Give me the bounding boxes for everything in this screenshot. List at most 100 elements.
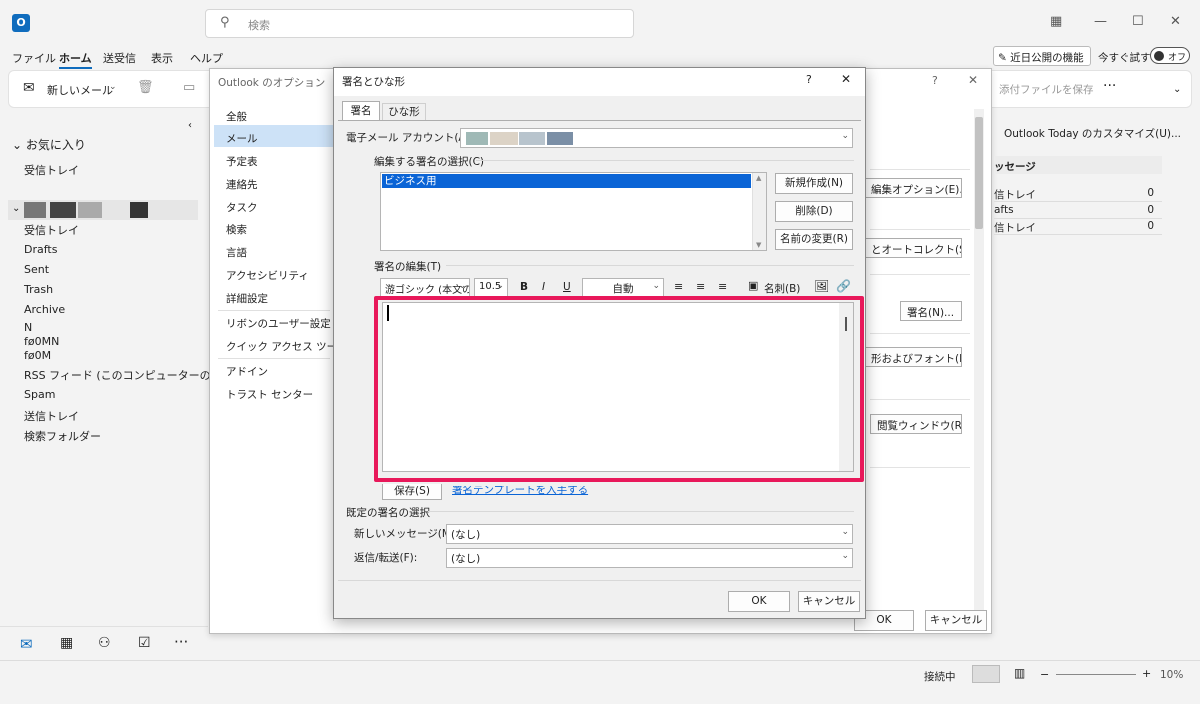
options-help-button[interactable]: ? [932,74,938,87]
calendar-icon[interactable]: ▦ [60,635,73,651]
italic-button[interactable]: I [542,281,545,293]
align-left-icon[interactable]: ≡ [674,280,683,293]
color-combo[interactable]: 自動 ⌄ [582,278,664,297]
reading-pane-button[interactable]: 閲覧ウィンドウ(R)... [870,414,962,434]
hyperlink-icon[interactable]: 🔗 [836,279,851,293]
today-row[interactable]: afts 0 [994,203,1162,219]
menu-view[interactable]: 表示 [151,50,173,66]
more-icon[interactable]: ··· [1103,78,1116,94]
folder-outbox[interactable]: 送信トレイ [24,408,79,424]
save-attachment-button[interactable]: 添付ファイルを保存 [999,82,1094,97]
stationery-fonts-button[interactable]: 形およびフォント(F)... [864,347,962,367]
zoom-slider[interactable] [1056,674,1136,675]
opt-addins[interactable]: アドイン [226,364,268,379]
mail-icon[interactable]: ✉ [20,635,33,653]
opt-language[interactable]: 言語 [226,245,247,260]
normal-view-icon[interactable] [972,665,1000,683]
dialog-close-button[interactable]: ✕ [841,72,851,86]
favorites-inbox[interactable]: 受信トレイ [24,162,79,178]
tasks-icon[interactable]: ☑ [138,635,151,651]
folder-f0m[interactable]: fø0M [24,349,51,362]
menu-help[interactable]: ヘルプ [190,50,223,66]
options-close-button[interactable]: ✕ [968,73,978,87]
folder-f0mn[interactable]: fø0MN [24,335,59,348]
menu-file[interactable]: ファイル [12,50,56,66]
size-combo[interactable]: 10.5 ⌄ [474,278,508,297]
folder-inbox[interactable]: 受信トレイ [24,222,79,238]
folder-n[interactable]: N [24,321,32,334]
folder-trash[interactable]: Trash [24,283,53,296]
underline-button[interactable]: U [563,281,571,293]
signature-list[interactable]: ビジネス用 ▲ ▼ [380,172,767,251]
collapse-pane-icon[interactable]: ‹ [188,120,192,131]
bold-button[interactable]: B [520,281,528,293]
minimize-button[interactable]: — [1094,14,1107,29]
opt-trust-center[interactable]: トラスト センター [226,387,313,402]
align-right-icon[interactable]: ≡ [718,280,727,293]
opt-advanced[interactable]: 詳細設定 [226,291,268,306]
signature-list-item[interactable]: ビジネス用 [382,174,751,188]
editor-options-button[interactable]: 編集オプション(E)... [864,178,962,198]
opt-calendar[interactable]: 予定表 [226,154,258,169]
search-box[interactable]: ⚲ 検索 [205,9,634,38]
opt-qat[interactable]: クイック アクセス ツール バー [226,339,334,354]
font-combo[interactable]: 游ゴシック (本文の ⌄ [380,278,470,297]
dialog-cancel-button[interactable]: キャンセル [798,591,860,612]
favorites-header[interactable]: ⌄ お気に入り [12,136,86,153]
align-center-icon[interactable]: ≡ [696,280,705,293]
menu-home[interactable]: ホーム [59,50,92,69]
account-combo[interactable]: ⌄ [460,128,853,148]
customize-today-link[interactable]: Outlook Today のカスタマイズ(U)... [1004,126,1181,141]
delete-icon[interactable]: 🗑 [137,80,154,95]
business-card-button[interactable]: 名刺(B) [764,281,800,296]
reply-forward-combo[interactable]: (なし) ⌄ [446,548,853,568]
opt-people[interactable]: 連絡先 [226,177,258,192]
today-row[interactable]: 信トレイ 0 [994,219,1162,235]
zoom-in-button[interactable]: + [1142,667,1151,680]
new-mail-button[interactable]: 新しいメール [47,82,113,98]
save-signature-button[interactable]: 保存(S) [382,484,442,500]
folder-drafts[interactable]: Drafts [24,243,57,256]
people-icon[interactable]: ⚇ [98,635,111,651]
list-scrollbar[interactable]: ▲ ▼ [752,173,766,250]
zoom-out-button[interactable]: − [1040,668,1049,681]
tab-signature[interactable]: 署名 [342,101,380,121]
today-row[interactable]: 信トレイ 0 [994,186,1162,202]
new-features-button[interactable]: ✎ 近日公開の機能 [993,46,1091,66]
opt-search[interactable]: 検索 [226,222,247,237]
delete-signature-button[interactable]: 削除(D) [775,201,853,222]
dialog-ok-button[interactable]: OK [728,591,790,612]
folder-archive[interactable]: Archive [24,303,65,316]
spelling-autocorrect-button[interactable]: とオートコレクト(S)... [864,238,962,258]
tab-stationery[interactable]: ひな形 [382,103,426,121]
try-now-toggle[interactable]: オフ [1150,47,1190,64]
reading-view-icon[interactable]: ▥ [1014,666,1025,680]
new-messages-combo[interactable]: (なし) ⌄ [446,524,853,544]
opt-mail[interactable]: メール [226,131,258,146]
account-header[interactable]: ⌄ [8,200,198,220]
new-signature-button[interactable]: 新規作成(N) [775,173,853,194]
folder-sent[interactable]: Sent [24,263,49,276]
apps-grid-icon[interactable]: ▦ [1050,14,1062,29]
opt-tasks[interactable]: タスク [226,200,258,215]
options-scrollbar[interactable] [974,109,984,614]
signatures-button[interactable]: 署名(N)... [900,301,962,321]
menu-send-receive[interactable]: 送受信 [103,50,136,66]
maximize-button[interactable]: ☐ [1132,14,1144,29]
folder-spam[interactable]: Spam [24,388,55,401]
ribbon-collapse-icon[interactable]: ⌄ [1173,84,1181,95]
folder-search[interactable]: 検索フォルダー [24,428,101,444]
close-button[interactable]: ✕ [1170,14,1181,29]
folder-rss[interactable]: RSS フィード (このコンピューターのみ) [24,367,226,383]
opt-general[interactable]: 全般 [226,109,247,124]
chevron-down-icon[interactable]: ⌄ [109,82,117,92]
options-cancel-button[interactable]: キャンセル [925,610,987,631]
opt-accessibility[interactable]: アクセシビリティ [226,268,309,283]
dialog-help-button[interactable]: ? [806,73,812,86]
get-templates-link[interactable]: 署名テンプレートを入手する [452,486,588,497]
rename-signature-button[interactable]: 名前の変更(R) [775,229,853,250]
more-apps-icon[interactable]: ··· [174,633,188,651]
insert-picture-icon[interactable]: 🖼 [814,279,829,293]
opt-ribbon[interactable]: リボンのユーザー設定 [226,316,331,331]
archive-icon[interactable]: ▭ [183,80,195,95]
